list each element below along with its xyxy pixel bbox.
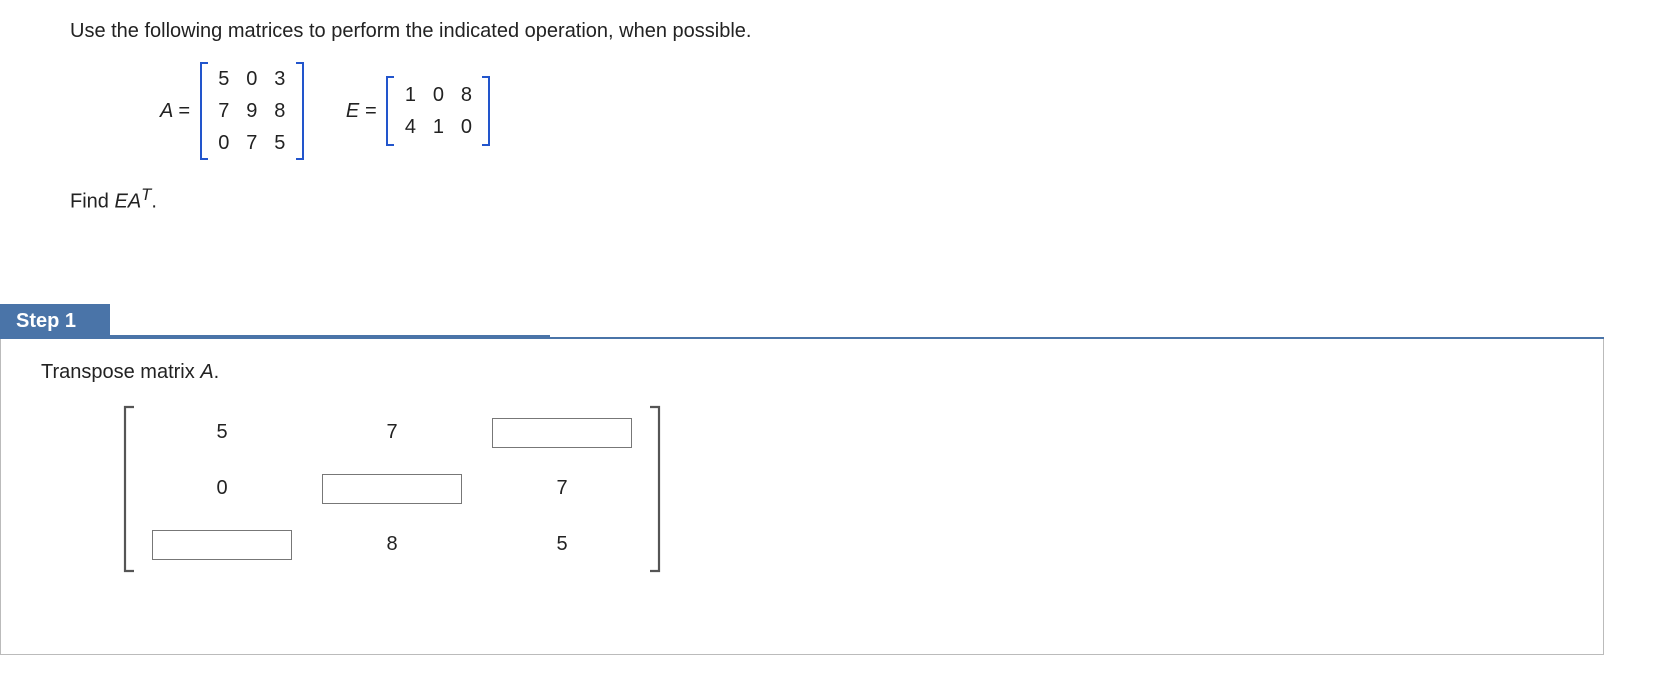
problem-prompt: Use the following matrices to perform th… [70, 20, 1674, 43]
transpose-matrix: 5 7 0 7 8 5 [121, 404, 1575, 574]
step-header: Step 1 [0, 304, 1604, 339]
find-instruction: Find EAT. [70, 185, 1674, 214]
matrix-entry-value: 5 [216, 421, 227, 444]
matrix-entry-value: 7 [386, 421, 397, 444]
matrix-a-grid: 503 798 075 [210, 61, 294, 161]
matrix-definitions: A = 503 798 075 E = 108 410 [160, 61, 1674, 161]
right-bracket-icon [647, 404, 663, 574]
left-bracket-icon [384, 75, 396, 147]
matrix-entry-value: 5 [556, 533, 567, 556]
right-bracket-icon [480, 75, 492, 147]
matrix-entry-input[interactable] [152, 530, 292, 560]
matrix-e-label: E = [346, 100, 377, 123]
left-bracket-icon [121, 404, 137, 574]
step-body: Transpose matrix A. 5 7 0 7 8 5 [0, 339, 1604, 655]
right-bracket-icon [294, 61, 306, 161]
step-instruction: Transpose matrix A. [41, 361, 1575, 384]
matrix-a: 503 798 075 [198, 61, 306, 161]
matrix-entry-value: 8 [386, 533, 397, 556]
matrix-entry-value: 0 [216, 477, 227, 500]
transpose-grid: 5 7 0 7 8 5 [137, 405, 647, 573]
step-tab: Step 1 [0, 304, 110, 339]
matrix-e: 108 410 [384, 75, 492, 147]
matrix-e-grid: 108 410 [396, 75, 480, 147]
matrix-entry-input[interactable] [322, 474, 462, 504]
matrix-entry-input[interactable] [492, 418, 632, 448]
left-bracket-icon [198, 61, 210, 161]
matrix-a-label: A = [160, 100, 190, 123]
matrix-entry-value: 7 [556, 477, 567, 500]
